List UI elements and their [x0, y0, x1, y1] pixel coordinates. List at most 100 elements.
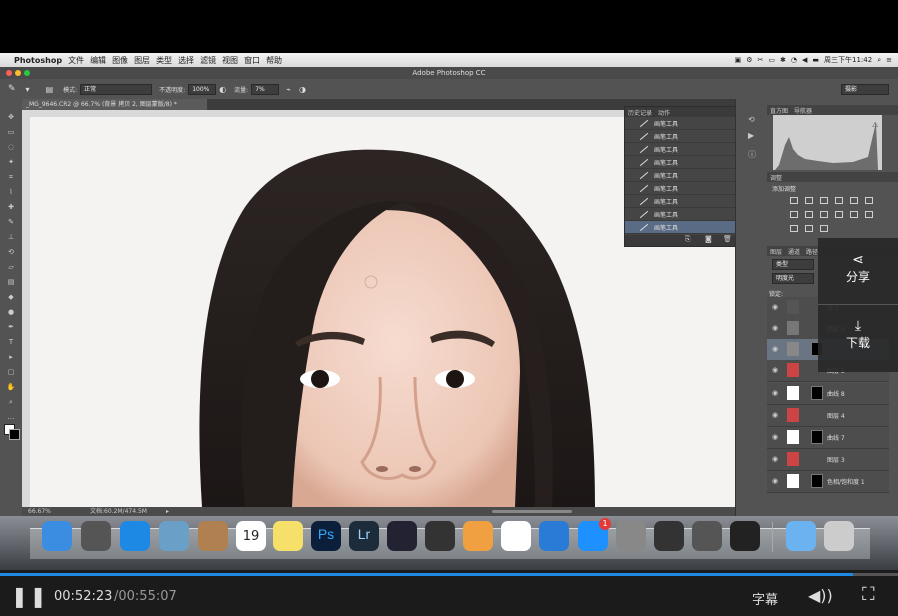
brush-tool-icon[interactable]: ✎ — [6, 218, 16, 226]
blend-mode-select[interactable]: 明度光 — [772, 273, 814, 284]
zoom-level[interactable]: 66.67% — [28, 507, 51, 516]
vibrance-icon[interactable] — [850, 197, 858, 204]
final-cut-icon[interactable] — [654, 521, 684, 551]
document-tab[interactable]: _MG_9646.CR2 @ 66.7% (背景 拷贝 2, 图层蒙版/8) * — [22, 99, 207, 110]
blur-tool-icon[interactable]: ◆ — [6, 293, 16, 301]
zoom-tool-icon[interactable]: ⌕ — [6, 398, 16, 406]
visibility-eye-icon[interactable]: ◉ — [772, 477, 778, 485]
workspace-select[interactable]: 摄影 — [841, 83, 889, 95]
notes-icon[interactable] — [273, 521, 303, 551]
pressure-opacity-icon[interactable]: ◐ — [219, 85, 226, 94]
layer-row[interactable]: ◉ 图层 4 — [767, 405, 889, 427]
photoshop-icon[interactable]: Ps — [311, 521, 341, 551]
brush-preset-icon[interactable]: ▾ — [26, 85, 30, 94]
volume-icon[interactable]: ◀)) — [808, 586, 833, 605]
menu-image[interactable]: 图像 — [112, 55, 128, 66]
wifi-icon[interactable]: ◔ — [791, 56, 797, 64]
pages-icon[interactable] — [463, 521, 493, 551]
pause-icon[interactable]: ❚❚ — [11, 584, 49, 608]
tab-navigator[interactable]: 导航器 — [794, 106, 812, 115]
battery-icon[interactable]: ▬ — [812, 56, 819, 64]
path-select-icon[interactable]: ▸ — [6, 353, 16, 361]
zoom-window-button[interactable] — [24, 70, 30, 76]
tab-histogram[interactable]: 直方图 — [770, 106, 788, 115]
stamp-tool-icon[interactable]: ⊥ — [6, 233, 16, 241]
invert-icon[interactable] — [850, 211, 858, 218]
visibility-eye-icon[interactable]: ◉ — [772, 303, 778, 311]
calendar-icon[interactable]: 19 — [236, 521, 266, 551]
menu-edit[interactable]: 编辑 — [90, 55, 106, 66]
selective-color-icon[interactable] — [820, 225, 828, 232]
flow-field[interactable]: 7% — [251, 83, 280, 95]
history-item[interactable]: 画笔工具 — [625, 117, 743, 130]
volume-icon[interactable]: ◀ — [802, 56, 807, 64]
visibility-eye-icon[interactable]: ◉ — [772, 324, 778, 332]
app-store-icon[interactable]: 1 — [578, 518, 611, 551]
subtitle-button[interactable]: 字幕 — [752, 589, 778, 608]
visibility-eye-icon[interactable]: ◉ — [772, 411, 778, 419]
visibility-eye-icon[interactable]: ◉ — [772, 455, 778, 463]
share-button[interactable]: ⋖ 分享 — [818, 252, 898, 285]
menu-app-name[interactable]: Photoshop — [14, 56, 62, 65]
layer-mask-thumbnail[interactable] — [811, 474, 823, 488]
history-brush-icon[interactable]: ⟲ — [6, 248, 16, 256]
history-panel-icon[interactable]: ⟲ — [748, 115, 755, 124]
bw-icon[interactable] — [805, 211, 813, 218]
system-prefs-icon[interactable] — [616, 521, 646, 551]
bike-icon[interactable]: ⚙ — [746, 56, 752, 64]
airbrush-icon[interactable]: ⌁ — [286, 85, 291, 94]
downloads-folder-icon[interactable] — [786, 521, 816, 551]
lasso-tool-icon[interactable]: ◌ — [6, 143, 16, 151]
curves-icon[interactable] — [820, 197, 828, 204]
tab-layers[interactable]: 图层 — [770, 247, 782, 256]
layer-row[interactable]: ◉ 色相/饱和度 1 — [767, 471, 889, 493]
more-tools-icon[interactable]: … — [6, 413, 16, 421]
fullscreen-icon[interactable]: ⛶ — [862, 584, 875, 605]
trash-icon[interactable] — [824, 521, 854, 551]
color-balance-icon[interactable] — [790, 211, 798, 218]
tab-paths[interactable]: 路径 — [806, 247, 818, 256]
threshold-icon[interactable] — [790, 225, 798, 232]
layer-row[interactable]: ◉ 曲线 8 — [767, 383, 889, 405]
menu-view[interactable]: 视图 — [222, 55, 238, 66]
gradient-tool-icon[interactable]: ▤ — [6, 278, 16, 286]
layer-row[interactable]: ◉ 曲线 7 — [767, 427, 889, 449]
download-button[interactable]: ⤓ 下载 — [818, 318, 898, 351]
healing-brush-icon[interactable]: ✚ — [6, 203, 16, 211]
tab-adjustments[interactable]: 调整 — [770, 173, 782, 182]
menu-window[interactable]: 窗口 — [244, 55, 260, 66]
gradient-map-icon[interactable] — [805, 225, 813, 232]
photo-filter-icon[interactable] — [820, 211, 828, 218]
qq-penguin-icon[interactable] — [730, 521, 760, 551]
posterize-icon[interactable] — [865, 211, 873, 218]
dodge-tool-icon[interactable]: ● — [6, 308, 16, 316]
display-icon[interactable]: ▭ — [768, 56, 775, 64]
horizontal-scrollbar[interactable] — [492, 510, 572, 513]
search-icon[interactable]: ⌕ — [877, 56, 881, 65]
snapshot-doc-icon[interactable]: ⎘ — [685, 235, 691, 244]
type-tool-icon[interactable]: T — [6, 338, 16, 346]
menu-type[interactable]: 类型 — [156, 55, 172, 66]
history-item[interactable]: 画笔工具 — [625, 130, 743, 143]
pressure-size-icon[interactable]: ◑ — [299, 85, 306, 94]
camera-icon[interactable]: ▣ — [735, 56, 742, 64]
history-item[interactable]: 画笔工具 — [625, 143, 743, 156]
crop-tool-icon[interactable]: ⌗ — [6, 173, 16, 181]
menu-help[interactable]: 帮助 — [266, 55, 282, 66]
menu-select[interactable]: 选择 — [178, 55, 194, 66]
levels-icon[interactable] — [805, 197, 813, 204]
close-window-button[interactable] — [6, 70, 12, 76]
move-tool-icon[interactable]: ✥ — [6, 113, 16, 121]
scissors-icon[interactable]: ✂ — [758, 56, 764, 64]
launchpad-icon[interactable] — [81, 521, 111, 551]
tab-history[interactable]: 历史记录 — [628, 108, 652, 117]
tab-channels[interactable]: 通道 — [788, 247, 800, 256]
mode-select[interactable]: 正常 — [80, 83, 153, 95]
minimize-window-button[interactable] — [15, 70, 21, 76]
visibility-eye-icon[interactable]: ◉ — [772, 389, 778, 397]
opacity-field[interactable]: 100% — [188, 83, 217, 95]
camera-lens-icon[interactable] — [425, 521, 455, 551]
list-icon[interactable]: ≡ — [886, 56, 892, 64]
marquee-tool-icon[interactable]: ▭ — [6, 128, 16, 136]
hue-sat-icon[interactable] — [865, 197, 873, 204]
